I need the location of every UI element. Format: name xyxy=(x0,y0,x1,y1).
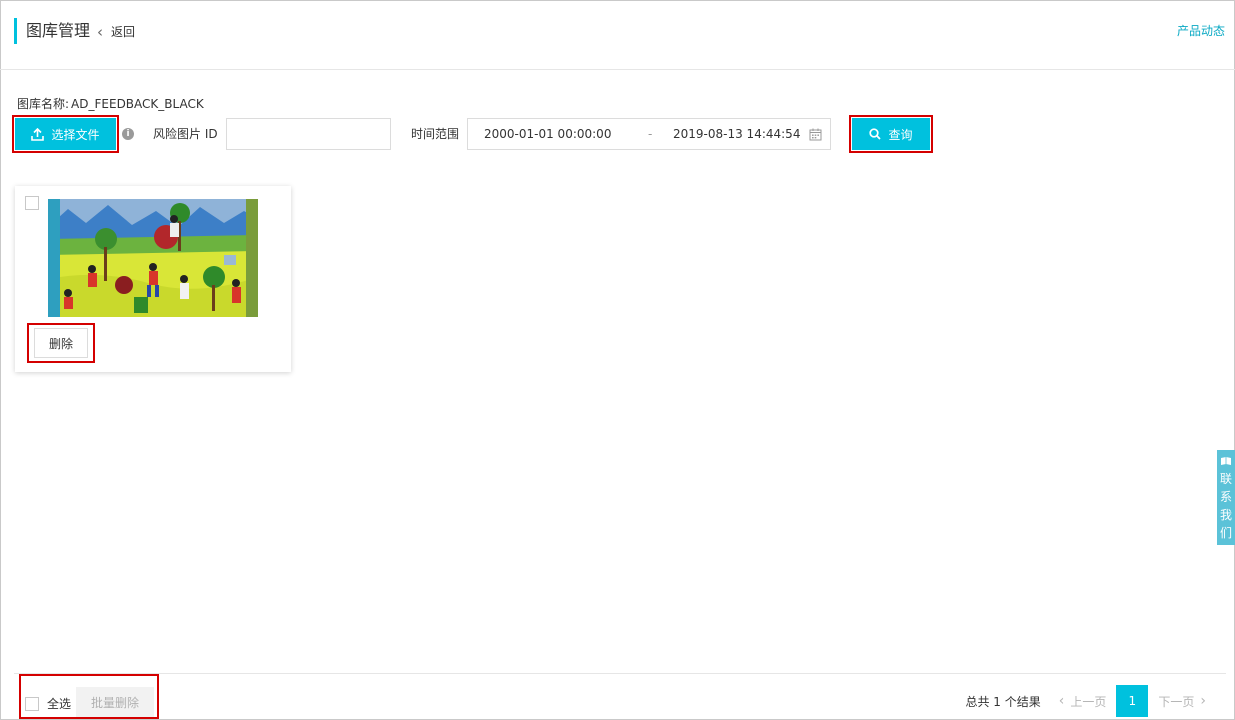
highlight-box-upload xyxy=(12,115,119,153)
time-end[interactable]: 2019-08-13 14:44:54 xyxy=(673,127,800,141)
gallery-image xyxy=(48,199,258,317)
children-drawing-image xyxy=(48,199,258,317)
time-separator: - xyxy=(648,127,653,141)
footer-bar: 全选 批量删除 总共 1 个结果 ‹ 上一页 1 下一页 › xyxy=(14,673,1226,720)
contact-us-tab[interactable]: 联系我们 xyxy=(1217,450,1235,545)
library-name-value: AD_FEEDBACK_BLACK xyxy=(71,97,204,111)
time-start[interactable]: 2000-01-01 00:00:00 xyxy=(484,127,611,141)
prev-page-label: 上一页 xyxy=(1070,694,1107,709)
page-header: 图库管理 ‹ 返回 产品动态 xyxy=(0,0,1235,70)
product-news-link[interactable]: 产品动态 xyxy=(1177,22,1225,39)
risk-id-label: 风险图片 ID xyxy=(153,127,218,141)
next-page-button[interactable]: 下一页 › xyxy=(1158,693,1206,710)
back-label: 返回 xyxy=(111,25,136,39)
prev-page-button[interactable]: ‹ 上一页 xyxy=(1059,693,1107,710)
info-icon[interactable]: i xyxy=(122,128,134,140)
highlight-box-search xyxy=(849,115,933,153)
image-checkbox[interactable] xyxy=(25,196,39,210)
highlight-box-footer xyxy=(19,674,159,719)
title-accent-bar xyxy=(14,18,17,44)
pagination: 总共 1 个结果 ‹ 上一页 1 下一页 › xyxy=(965,685,1206,717)
total-results: 总共 1 个结果 xyxy=(965,694,1041,709)
contact-us-label: 联系我们 xyxy=(1220,472,1233,540)
time-range-label: 时间范围 xyxy=(411,127,460,141)
library-name-label: 图库名称: xyxy=(17,97,70,111)
page-number-current[interactable]: 1 xyxy=(1116,685,1149,717)
back-link[interactable]: ‹ 返回 xyxy=(97,23,135,41)
risk-id-input[interactable] xyxy=(226,118,391,150)
time-range-picker[interactable]: 2000-01-01 00:00:00 - 2019-08-13 14:44:5… xyxy=(467,118,831,150)
library-name: 图库名称: AD_FEEDBACK_BLACK xyxy=(15,95,204,112)
highlight-box-delete xyxy=(27,323,95,363)
chevron-left-icon: ‹ xyxy=(97,23,103,41)
chevron-right-icon: › xyxy=(1200,693,1206,709)
book-icon xyxy=(1221,457,1231,465)
page-title: 图库管理 xyxy=(26,21,91,40)
next-page-label: 下一页 xyxy=(1158,694,1195,709)
calendar-icon[interactable] xyxy=(809,128,822,141)
chevron-left-icon: ‹ xyxy=(1058,693,1065,709)
